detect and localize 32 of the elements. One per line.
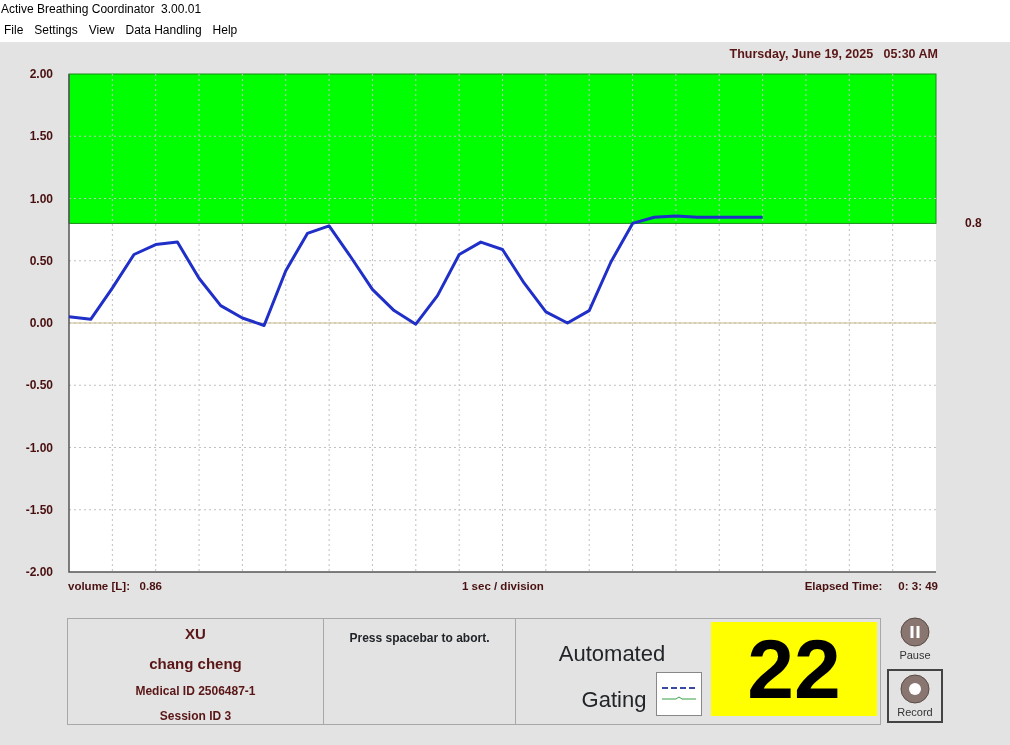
session-id-text: Session ID 3 bbox=[159, 708, 232, 725]
y-tick-label: -1.00 bbox=[25, 440, 53, 455]
mode-label: Automated bbox=[558, 640, 666, 668]
time-scale-label: 1 sec / division bbox=[462, 579, 544, 594]
y-tick-label: 0.00 bbox=[29, 316, 53, 330]
menu-item[interactable]: Settings bbox=[30, 21, 85, 39]
abort-instruction-text: Press spacebar to abort. bbox=[349, 630, 490, 647]
y-tick-label: 0.50 bbox=[29, 253, 53, 268]
date-time-text: Thursday, June 19, 2025 05:30 AM bbox=[729, 45, 938, 63]
y-tick-label: -0.50 bbox=[25, 378, 53, 393]
threshold-label: 0.8 bbox=[965, 216, 982, 231]
menu-item[interactable]: File bbox=[0, 21, 31, 39]
mode-label: Gating bbox=[581, 686, 647, 714]
elapsed-time-text: Elapsed Time: 0: 3: 49 bbox=[804, 579, 938, 594]
record-button[interactable]: Record bbox=[887, 669, 943, 723]
y-tick-label: -1.50 bbox=[25, 502, 53, 517]
y-tick-label: -2.00 bbox=[25, 565, 53, 578]
y-tick-label: 1.50 bbox=[29, 129, 53, 144]
menu-item[interactable]: Help bbox=[208, 21, 245, 39]
menu-item[interactable]: View bbox=[84, 21, 122, 39]
gating-chart-icon[interactable] bbox=[656, 672, 703, 716]
pause-icon bbox=[900, 617, 930, 647]
patient-given-name: chang cheng bbox=[149, 653, 242, 674]
medical-id-text: Medical ID 2506487-1 bbox=[135, 683, 256, 700]
window-title: Active Breathing Coordinator 3.00.01 bbox=[1, 2, 202, 16]
counter-display: 22 bbox=[711, 622, 877, 716]
y-tick-label: 1.00 bbox=[29, 191, 53, 206]
patient-surname: XU bbox=[185, 624, 206, 644]
y-tick-label: 2.00 bbox=[29, 67, 53, 81]
record-icon bbox=[900, 674, 930, 704]
volume-reading: volume [L]: 0.86 bbox=[68, 579, 163, 594]
menu-item[interactable]: Data Handling bbox=[121, 21, 209, 39]
